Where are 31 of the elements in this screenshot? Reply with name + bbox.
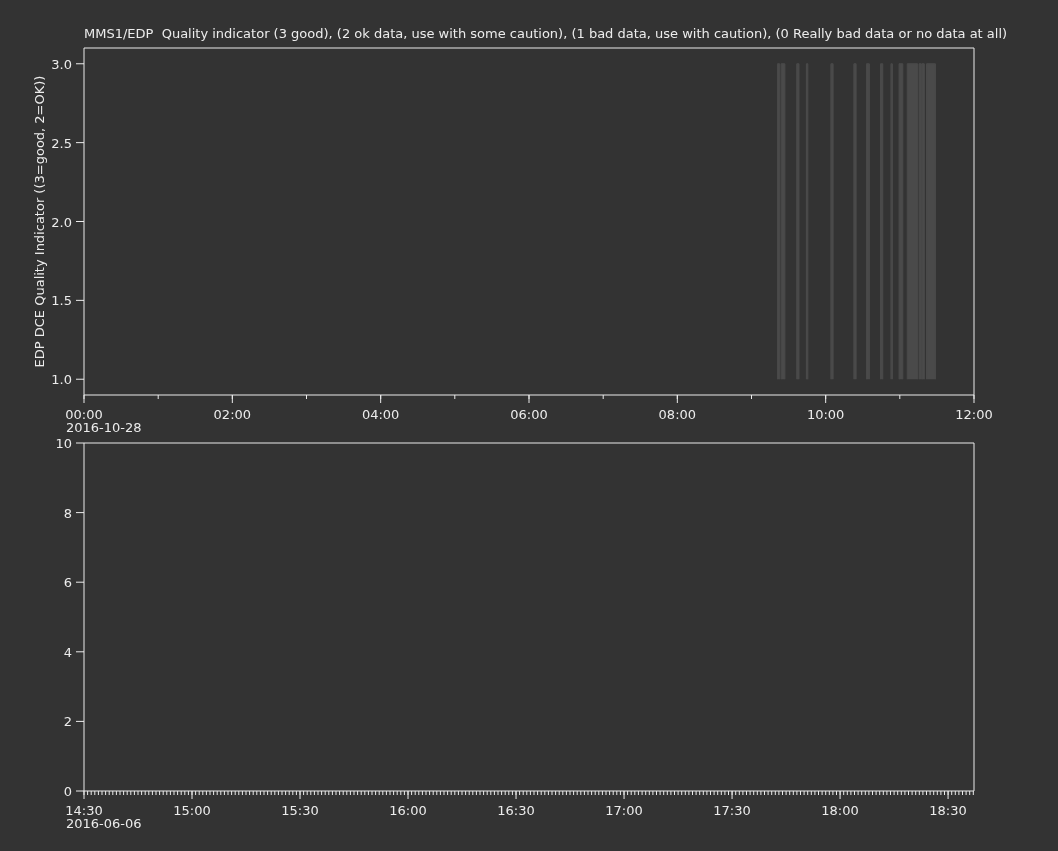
tick-label: 4	[63, 644, 72, 660]
tick-label: 08:00	[658, 407, 697, 422]
tick-label: 16:00	[389, 803, 427, 818]
tick-label: 10	[55, 436, 72, 451]
tick-label: 15:00	[173, 803, 211, 818]
tick-label: 16:30	[497, 803, 535, 818]
tick-label: 3.0	[51, 56, 72, 72]
tick-label: 2	[63, 714, 72, 730]
tick-label: 10:00	[806, 407, 845, 422]
tick-label: 04:00	[361, 407, 400, 422]
tick-label: 17:30	[713, 803, 751, 818]
tick-label: 6	[63, 575, 72, 591]
tick-label: 14:30	[65, 803, 103, 818]
tick-label: 15:30	[281, 803, 319, 818]
tick-label: 1.5	[51, 293, 72, 309]
tick-label: 18:30	[929, 803, 967, 818]
tick-label: 12:00	[955, 407, 993, 422]
date-label: 2016-06-06	[66, 816, 142, 831]
tick-label: 8	[63, 505, 72, 521]
tick-label: 17:00	[605, 803, 643, 818]
tick-label: 1.0	[51, 372, 72, 388]
tick-label: 0	[63, 784, 72, 799]
date-label: 2016-10-28	[66, 420, 142, 435]
tick-label: 2.0	[51, 214, 72, 230]
tick-label: 06:00	[510, 407, 548, 422]
tick-label: 00:00	[65, 407, 103, 422]
tick-label: 18:00	[821, 803, 859, 818]
tick-label: 02:00	[213, 407, 252, 422]
y-axis-label: EDP DCE Quality Indicator ((3=good, 2=OK))	[32, 75, 47, 368]
chart-title: MMS1/EDP Quality indicator (3 good), (2 ok data, use with some caution), (1 bad data, use with caution), (0 Really bad data or no data at all)	[84, 26, 1008, 41]
tick-label: 2.5	[51, 135, 72, 151]
